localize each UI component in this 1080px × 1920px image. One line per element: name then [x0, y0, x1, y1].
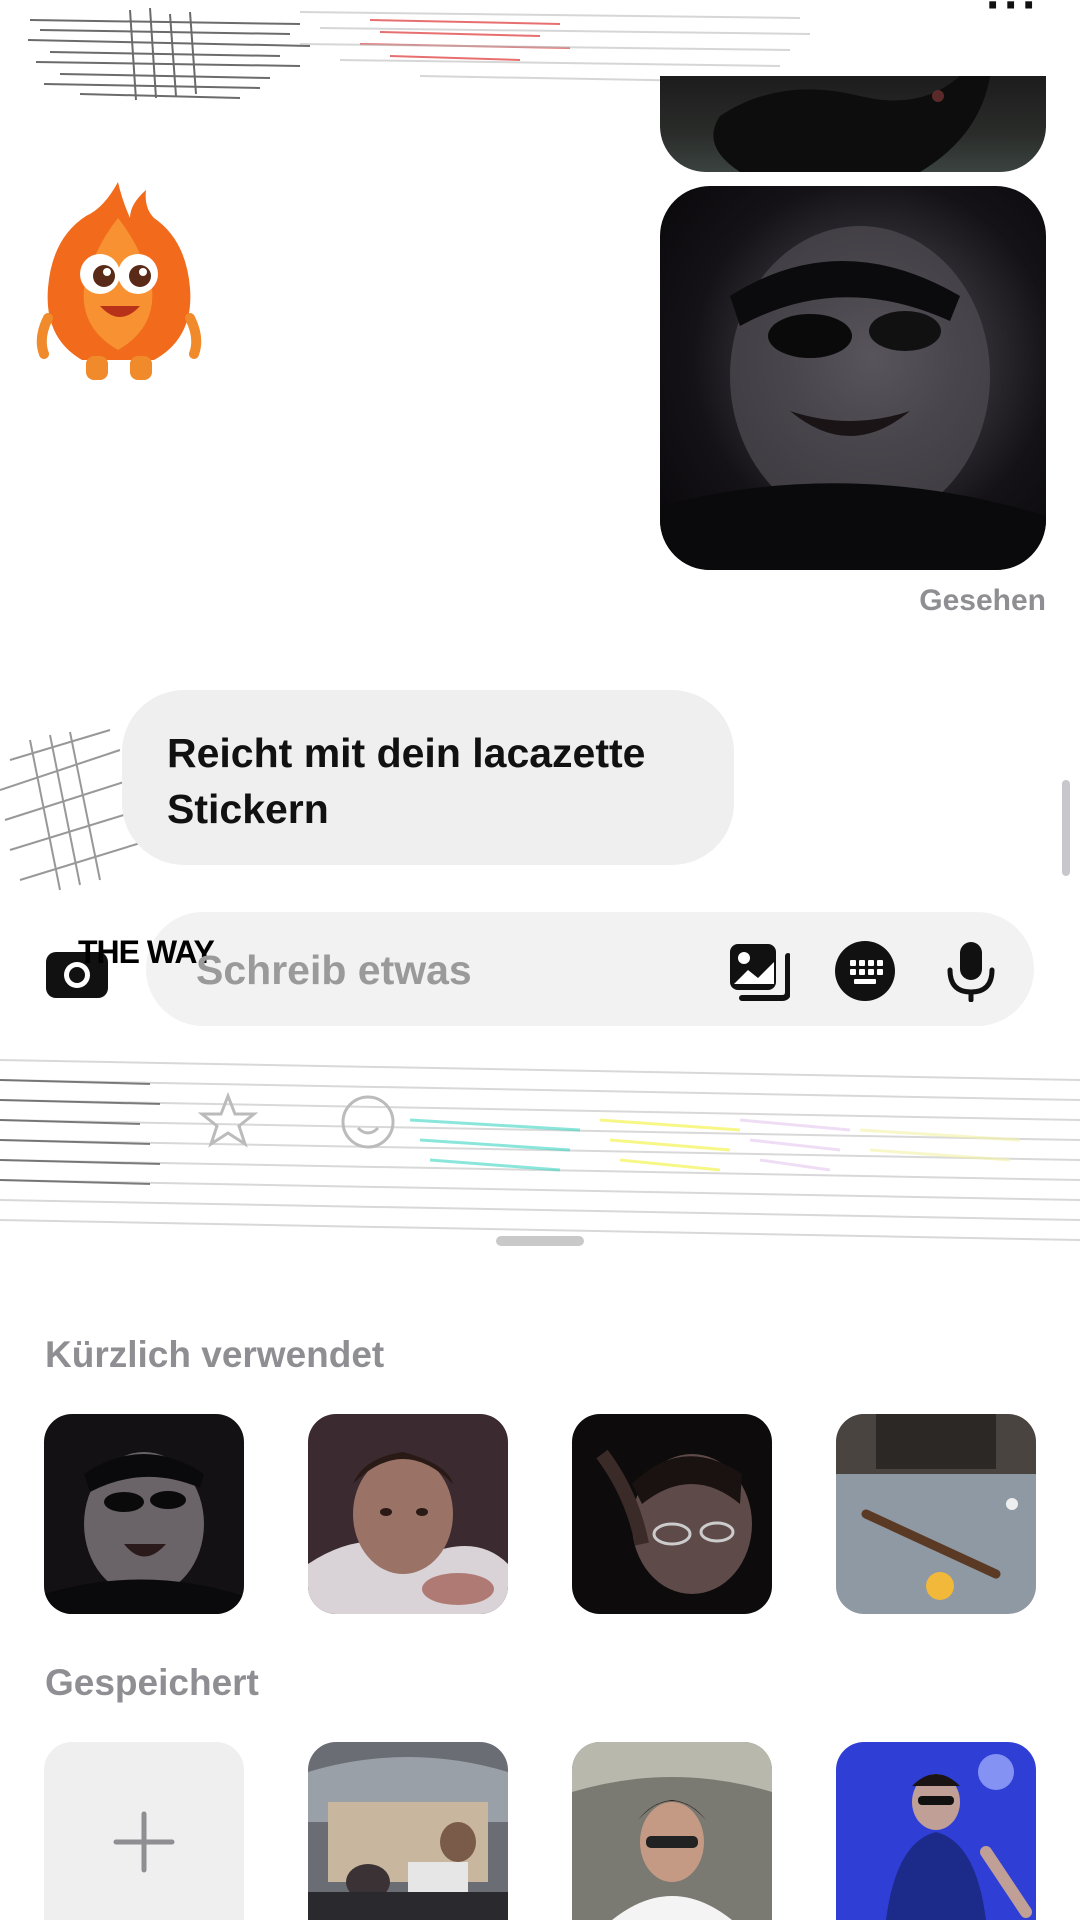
camera-overlay-label: THE WAY	[78, 934, 215, 970]
recent-sticker-2[interactable]	[308, 1414, 508, 1614]
star-icon	[197, 1091, 259, 1148]
emoji-category[interactable]	[338, 1092, 398, 1152]
scrollbar[interactable]	[1062, 780, 1070, 876]
photo-library-icon	[730, 944, 791, 1001]
saved-sticker-2[interactable]	[572, 1742, 772, 1920]
saved-section-title: Gespeichert	[45, 1662, 259, 1703]
recent-sticker-4[interactable]	[836, 1414, 1036, 1614]
photo-library-button[interactable]	[728, 940, 791, 1002]
received-message-text: Reicht mit dein lacazette Stickern	[167, 730, 646, 832]
plus-icon	[113, 1811, 175, 1873]
sticker-category-row	[0, 1059, 1080, 1241]
sticker-keyboard-button[interactable]	[834, 940, 896, 1002]
smiley-icon	[341, 1095, 395, 1149]
recent-sticker-3[interactable]	[572, 1414, 772, 1614]
add-saved-sticker-button[interactable]	[44, 1742, 244, 1920]
voice-message-button[interactable]	[940, 940, 1002, 1003]
microphone-icon	[947, 942, 995, 1003]
fire-character-sticker[interactable]	[34, 178, 202, 384]
saved-sticker-1[interactable]	[308, 1742, 508, 1920]
tray-grab-handle[interactable]	[496, 1236, 584, 1246]
message-input[interactable]	[196, 942, 696, 998]
more-options-icon[interactable]: ···	[986, 0, 1040, 30]
favorites-category[interactable]	[197, 1090, 259, 1150]
recent-sticker-1[interactable]	[44, 1414, 244, 1614]
keyboard-icon	[835, 941, 895, 1001]
sent-video-message[interactable]	[660, 186, 1046, 570]
recent-section-title: Kürzlich verwendet	[45, 1334, 385, 1375]
saved-sticker-3[interactable]	[836, 1742, 1036, 1920]
sent-media-preview[interactable]	[660, 76, 1046, 172]
seen-status: Gesehen	[919, 584, 1046, 617]
